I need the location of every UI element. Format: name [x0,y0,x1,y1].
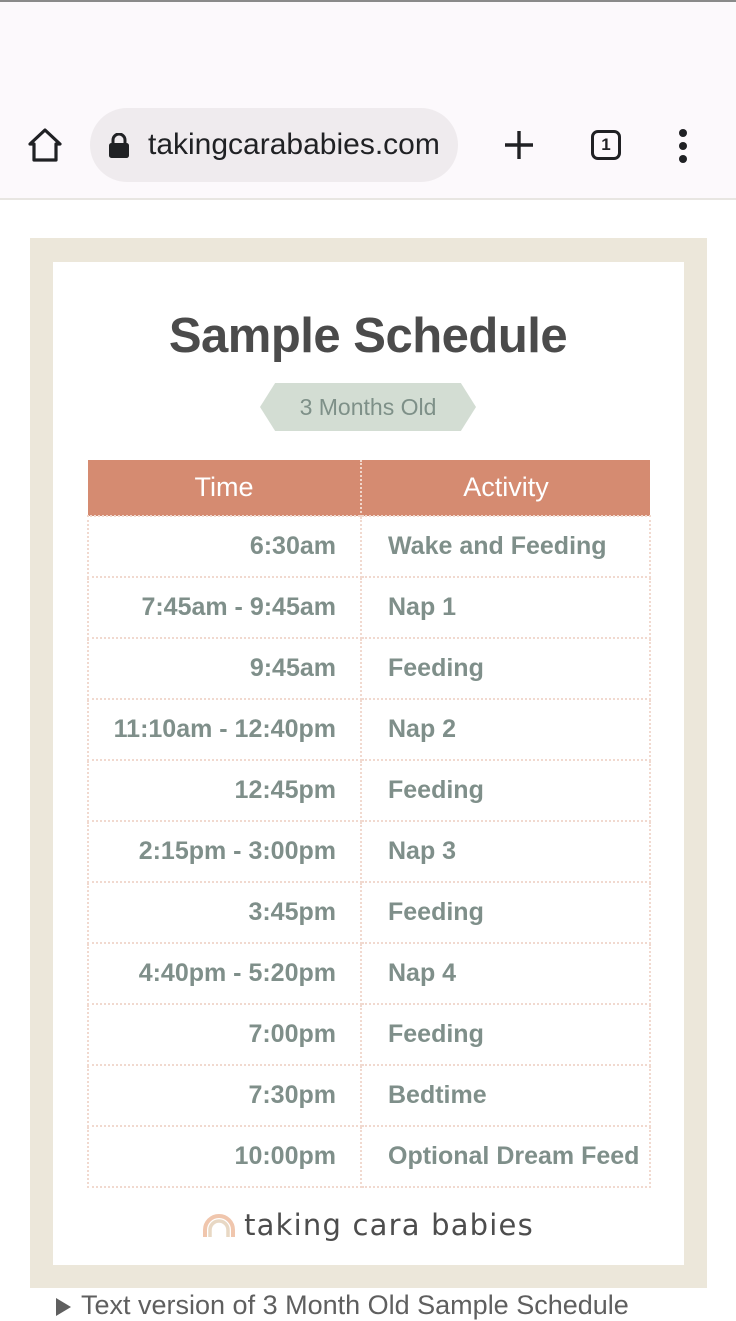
tab-switcher-button[interactable]: 1 [591,130,621,160]
url-text[interactable]: takingcarababies.com [148,128,440,162]
time-cell: 12:45pm [87,759,362,822]
more-vert-icon[interactable] [672,128,694,164]
rainbow-icon [203,1214,236,1237]
time-cell: 10:00pm [87,1125,362,1188]
time-cell: 6:30am [87,515,362,578]
activity-cell: Nap 2 [360,698,651,761]
table-row: 6:30am Wake and Feeding [87,515,651,578]
column-header-time: Time [88,460,362,516]
disclosure-triangle-icon [56,1297,71,1316]
table-row: 3:45pm Feeding [87,881,651,944]
column-header-activity: Activity [361,460,650,516]
time-cell: 11:10am - 12:40pm [87,698,362,761]
activity-cell: Wake and Feeding [360,515,651,578]
activity-cell: Nap 4 [360,942,651,1005]
activity-cell: Feeding [360,881,651,944]
table-row: 2:15pm - 3:00pm Nap 3 [87,820,651,883]
activity-cell: Optional Dream Feed [360,1125,651,1188]
plus-icon[interactable] [500,126,538,164]
home-icon[interactable] [26,126,64,164]
lock-icon [109,133,129,158]
text-version-label: Text version of 3 Month Old Sample Sched… [81,1290,629,1320]
time-cell: 4:40pm - 5:20pm [87,942,362,1005]
activity-cell: Nap 1 [360,576,651,639]
table-header-row: Time Activity [88,460,650,516]
table-row: 10:00pm Optional Dream Feed [87,1125,651,1188]
time-cell: 2:15pm - 3:00pm [87,820,362,883]
table-row: 7:45am - 9:45am Nap 1 [87,576,651,639]
time-cell: 3:45pm [87,881,362,944]
table-row: 12:45pm Feeding [87,759,651,822]
activity-cell: Feeding [360,637,651,700]
text-version-toggle[interactable]: Text version of 3 Month Old Sample Sched… [56,1290,629,1321]
activity-cell: Bedtime [360,1064,651,1127]
time-cell: 7:45am - 9:45am [87,576,362,639]
table-row: 9:45am Feeding [87,637,651,700]
activity-cell: Feeding [360,759,651,822]
table-row: 11:10am - 12:40pm Nap 2 [87,698,651,761]
brand-logo: taking cara babies [0,1208,736,1242]
table-row: 7:00pm Feeding [87,1003,651,1066]
table-row: 4:40pm - 5:20pm Nap 4 [87,942,651,1005]
brand-name: taking cara babies [244,1208,534,1242]
time-cell: 9:45am [87,637,362,700]
age-badge-label: 3 Months Old [299,393,437,420]
time-cell: 7:30pm [87,1064,362,1127]
activity-cell: Nap 3 [360,820,651,883]
schedule-table: Time Activity 6:30am Wake and Feeding 7:4… [87,460,651,1188]
table-row: 7:30pm Bedtime [87,1064,651,1127]
time-cell: 7:00pm [87,1003,362,1066]
age-badge: 3 Months Old [260,383,476,431]
schedule-title: Sample Schedule [168,309,568,363]
activity-cell: Feeding [360,1003,651,1066]
